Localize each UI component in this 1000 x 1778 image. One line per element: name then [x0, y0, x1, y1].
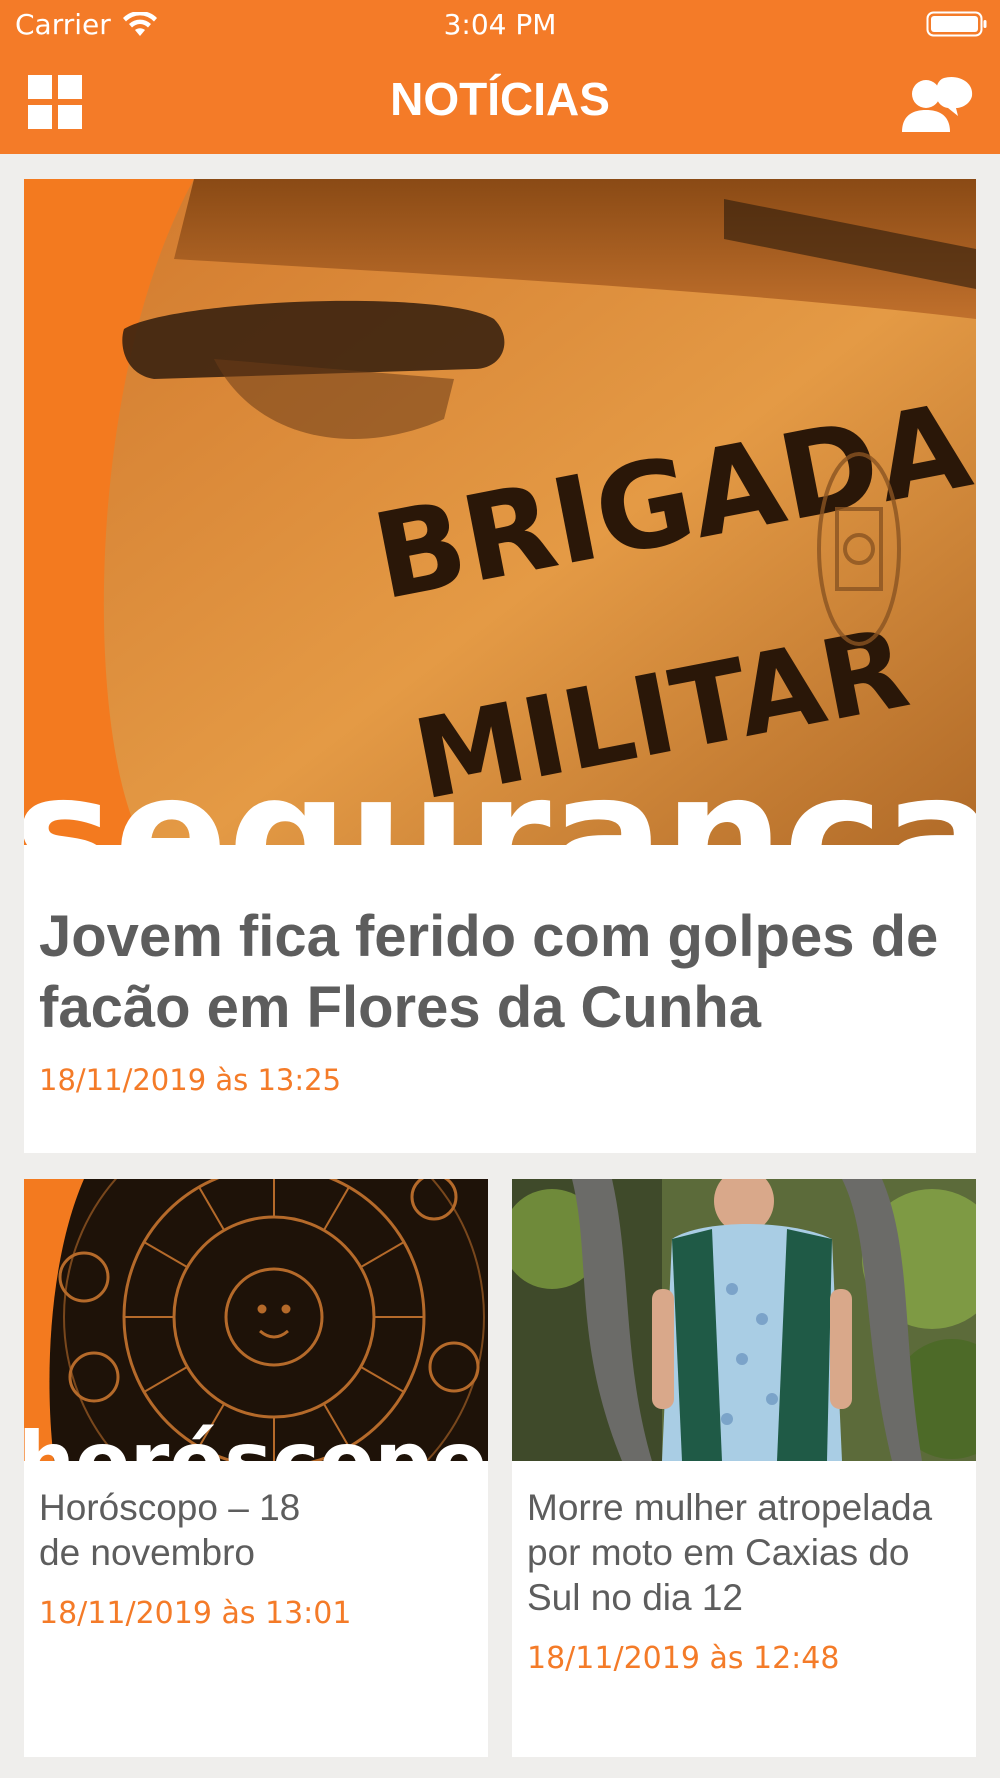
- banner-word-horoscopo: horóscopo: [24, 1415, 487, 1461]
- battery-icon: [926, 11, 987, 37]
- article-headline[interactable]: Horóscopo – 18 de novembro: [39, 1485, 329, 1575]
- status-bar: Carrier 3:04 PM: [0, 0, 1000, 50]
- article-photo-zodiac: horóscopo: [24, 1179, 488, 1461]
- news-card-featured[interactable]: BRIGADA MILITAR segurança Jovem fica fer…: [24, 179, 976, 1153]
- article-photo-woman: [512, 1179, 976, 1461]
- app-header: Carrier 3:04 PM NOTÍCIAS: [0, 0, 1000, 154]
- article-headline[interactable]: Morre mulher atropelada por moto em Caxi…: [527, 1485, 967, 1620]
- article-date: 18/11/2019 às 13:01: [39, 1596, 352, 1631]
- page-title: NOTÍCIAS: [390, 73, 610, 125]
- article-photo-police-car: BRIGADA MILITAR segurança: [24, 179, 976, 845]
- article-date: 18/11/2019 às 12:48: [527, 1641, 840, 1676]
- users-chat-icon[interactable]: [900, 72, 976, 134]
- banner-word-seguranca: segurança: [24, 738, 976, 845]
- news-card-accident[interactable]: Morre mulher atropelada por moto em Caxi…: [512, 1179, 976, 1757]
- article-date: 18/11/2019 às 13:25: [39, 1063, 342, 1097]
- news-card-horoscope[interactable]: horóscopo Horóscopo – 18 de novembro 18/…: [24, 1179, 488, 1757]
- article-headline[interactable]: Jovem fica ferido com golpes de facão em…: [39, 901, 964, 1043]
- status-time: 3:04 PM: [443, 8, 557, 41]
